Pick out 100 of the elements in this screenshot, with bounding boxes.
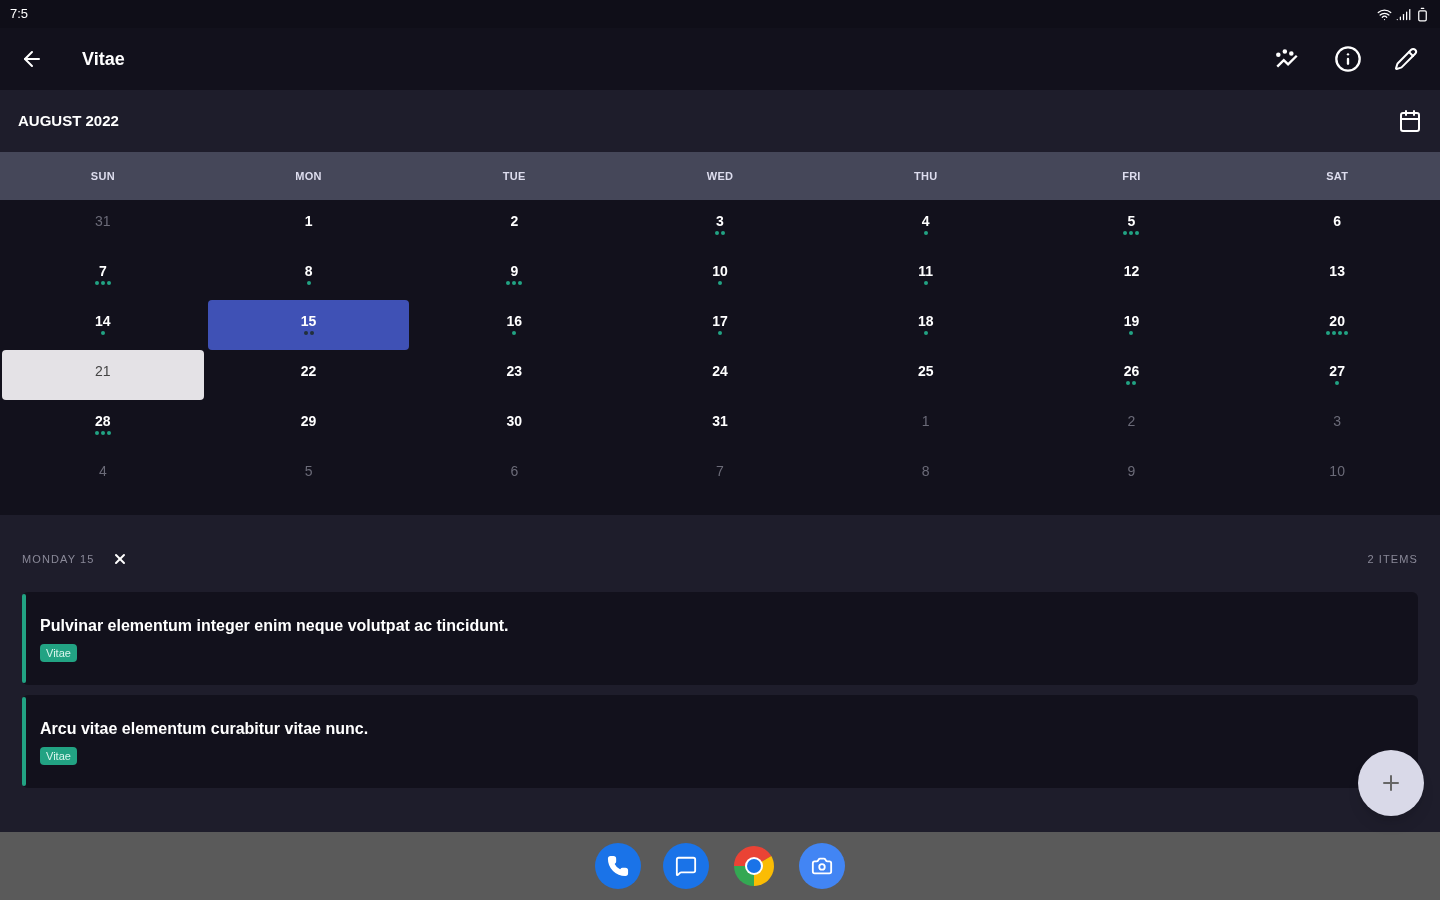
month-title: AUGUST 2022	[18, 110, 119, 131]
calendar-day[interactable]: 6	[1236, 200, 1438, 250]
calendar-day[interactable]: 8	[824, 450, 1027, 500]
calendar-day[interactable]: 9	[1030, 450, 1233, 500]
day-number: 24	[712, 363, 728, 379]
calendar-day[interactable]: 31	[619, 400, 821, 450]
calendar-day[interactable]: 12	[1030, 250, 1233, 300]
event-title: Arcu vitae elementum curabitur vitae nunc.	[40, 719, 369, 739]
calendar-day[interactable]: 23	[413, 350, 616, 400]
day-number: 3	[1333, 413, 1342, 429]
calendar-day[interactable]: 4	[2, 450, 204, 500]
event-card[interactable]: Arcu vitae elementum curabitur vitae nunc. Vitae	[22, 694, 1418, 788]
day-number: 15	[300, 313, 317, 329]
calendar-day[interactable]: 29	[207, 400, 410, 450]
calendar-day[interactable]: 4	[824, 200, 1027, 250]
day-number: 19	[1123, 313, 1140, 329]
day-number: 7	[98, 263, 107, 279]
calendar-day[interactable]: 18	[824, 300, 1027, 350]
day-number: 5	[1127, 213, 1136, 229]
message-icon[interactable]	[663, 843, 709, 889]
info-icon	[1334, 45, 1362, 73]
day-number: 4	[921, 213, 930, 229]
calendar-day[interactable]: 25	[824, 350, 1027, 400]
calendar-day[interactable]: 20	[1236, 300, 1438, 350]
item-count: 2 ITEMS	[1367, 552, 1418, 567]
calendar-day[interactable]: 8	[207, 250, 410, 300]
day-number: 26	[1123, 363, 1140, 379]
weekday-label: THU	[913, 168, 939, 184]
day-number: 22	[300, 363, 317, 379]
calendar-day[interactable]: 16	[413, 300, 616, 350]
day-number: 30	[506, 413, 523, 429]
calendar-day[interactable]: 24	[619, 350, 821, 400]
calendar-day[interactable]: 3	[1236, 400, 1438, 450]
info-button[interactable]	[1334, 45, 1362, 73]
calendar-day[interactable]: 5	[207, 450, 410, 500]
calendar-day[interactable]: 30	[413, 400, 616, 450]
day-number: 14	[95, 313, 111, 329]
day-number: 10	[1329, 463, 1345, 479]
camera-icon[interactable]	[799, 843, 845, 889]
day-number: 2	[1127, 413, 1136, 429]
calendar-day[interactable]: 21	[2, 350, 204, 400]
day-number: 13	[1329, 263, 1345, 279]
day-number: 7	[716, 463, 724, 479]
calendar-day[interactable]: 28	[2, 400, 204, 450]
day-number: 25	[917, 363, 934, 379]
day-number: 9	[1127, 463, 1136, 479]
day-number: 6	[1333, 213, 1342, 229]
edit-button[interactable]	[1394, 47, 1418, 71]
day-number: 1	[921, 413, 930, 429]
day-number: 5	[304, 463, 313, 479]
calendar-day[interactable]: 2	[413, 200, 616, 250]
calendar-day[interactable]: 9	[413, 250, 616, 300]
calendar-day[interactable]: 14	[2, 300, 204, 350]
calendar-day[interactable]: 6	[413, 450, 616, 500]
calendar-day[interactable]: 7	[2, 250, 204, 300]
calendar-day[interactable]: 17	[619, 300, 821, 350]
weekday-label: TUE	[501, 168, 527, 184]
pencil-icon	[1394, 47, 1418, 71]
calendar-day[interactable]: 7	[619, 450, 821, 500]
day-number: 23	[506, 363, 523, 379]
calendar-day[interactable]: 31	[2, 200, 204, 250]
day-number: 20	[1329, 313, 1345, 329]
day-number: 31	[712, 413, 728, 429]
weekday-label: SUN	[89, 168, 116, 184]
calendar-day[interactable]: 3	[619, 200, 821, 250]
calendar-day[interactable]: 5	[1030, 200, 1233, 250]
phone-icon[interactable]	[595, 843, 641, 889]
event-card[interactable]: Pulvinar elementum integer enim neque volutpat ac tincidunt. Vitae	[22, 591, 1418, 685]
weekday-label: WED	[705, 168, 735, 184]
status-time: 7:5	[10, 5, 29, 24]
calendar-day[interactable]: 22	[207, 350, 410, 400]
calendar-day[interactable]: 2	[1030, 400, 1233, 450]
calendar-day[interactable]: 15	[207, 300, 410, 350]
day-number: 18	[917, 313, 934, 329]
calendar-day[interactable]: 10	[619, 250, 821, 300]
app-title: Vitae	[82, 47, 125, 71]
calendar-day[interactable]: 1	[207, 200, 410, 250]
day-number: 11	[918, 263, 934, 279]
day-number: 28	[95, 413, 111, 429]
event-title: Pulvinar elementum integer enim neque volutpat ac tincidunt.	[40, 616, 509, 636]
signal-icon	[1396, 6, 1411, 22]
day-number: 8	[921, 463, 930, 479]
calendar-day[interactable]: 11	[824, 250, 1027, 300]
calendar-day[interactable]: 26	[1030, 350, 1233, 400]
day-number: 16	[506, 313, 523, 329]
weekday-label: FRI	[1121, 168, 1142, 184]
day-number: 27	[1329, 363, 1345, 379]
calendar-day[interactable]: 27	[1236, 350, 1438, 400]
day-number: 1	[304, 213, 313, 229]
calendar-button[interactable]	[1398, 109, 1422, 133]
day-number: 8	[304, 263, 313, 279]
weekday-label: SAT	[1325, 168, 1350, 184]
calendar-day[interactable]: 1	[824, 400, 1027, 450]
event-tag: Vitae	[40, 644, 77, 662]
calendar-day[interactable]: 13	[1236, 250, 1438, 300]
day-number: 12	[1123, 263, 1140, 279]
calendar-day[interactable]: 10	[1236, 450, 1438, 500]
calendar-day[interactable]: 19	[1030, 300, 1233, 350]
wifi-icon	[1377, 6, 1392, 22]
browser-icon[interactable]	[731, 843, 777, 889]
